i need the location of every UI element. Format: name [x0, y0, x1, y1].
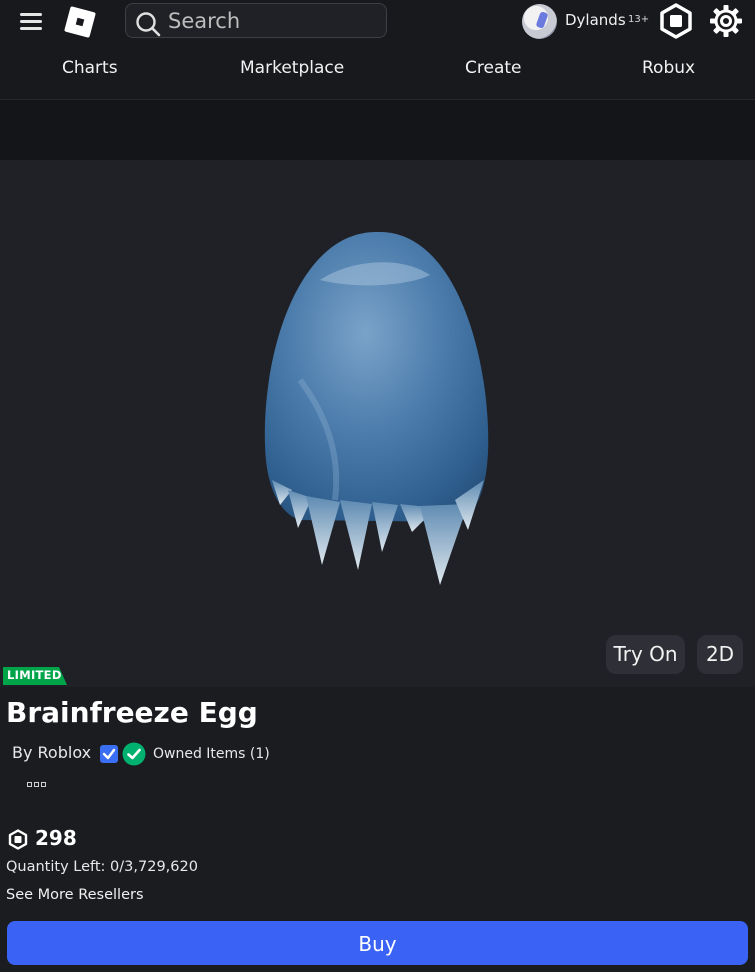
- owned-items-label[interactable]: Owned Items (1): [153, 746, 270, 762]
- nav-charts[interactable]: Charts: [62, 58, 118, 78]
- robux-price-icon: [8, 829, 28, 850]
- verified-badge-icon: [100, 745, 118, 763]
- item-title: Brainfreeze Egg: [6, 696, 258, 729]
- age-badge: 13+: [628, 14, 650, 25]
- nav-create[interactable]: Create: [465, 58, 522, 78]
- try-on-button[interactable]: Try On: [606, 635, 685, 674]
- item-price: 298: [35, 826, 77, 850]
- robux-icon[interactable]: [659, 3, 693, 39]
- nav-robux[interactable]: Robux: [642, 58, 695, 78]
- nav-marketplace[interactable]: Marketplace: [240, 58, 344, 78]
- hamburger-menu-icon[interactable]: [18, 10, 44, 34]
- search-icon: [136, 12, 161, 37]
- owned-check-icon: [122, 742, 146, 766]
- roblox-logo-icon[interactable]: [62, 4, 98, 40]
- search-bar[interactable]: [125, 3, 387, 38]
- search-input[interactable]: [168, 7, 378, 35]
- main-nav: Charts Marketplace Create Robux: [0, 44, 755, 100]
- username[interactable]: Dylands: [565, 11, 626, 29]
- item-viewer[interactable]: Try On 2D: [0, 160, 755, 687]
- 2d-toggle-button[interactable]: 2D: [697, 635, 743, 674]
- banner-strip: [0, 100, 755, 160]
- creator-link[interactable]: By Roblox: [12, 743, 91, 762]
- quantity-left: Quantity Left: 0/3,729,620: [6, 859, 198, 875]
- limited-badge: LIMITED: [3, 667, 67, 685]
- top-bar: Dylands 13+: [0, 0, 755, 44]
- avatar[interactable]: [522, 4, 557, 39]
- buy-button[interactable]: Buy: [7, 921, 748, 965]
- see-more-resellers-link[interactable]: See More Resellers: [6, 887, 144, 903]
- gear-icon[interactable]: [708, 3, 744, 39]
- item-thumbnail: [264, 231, 489, 585]
- limited-badge-label: LIMITED: [7, 668, 62, 682]
- more-options-icon[interactable]: [27, 781, 49, 789]
